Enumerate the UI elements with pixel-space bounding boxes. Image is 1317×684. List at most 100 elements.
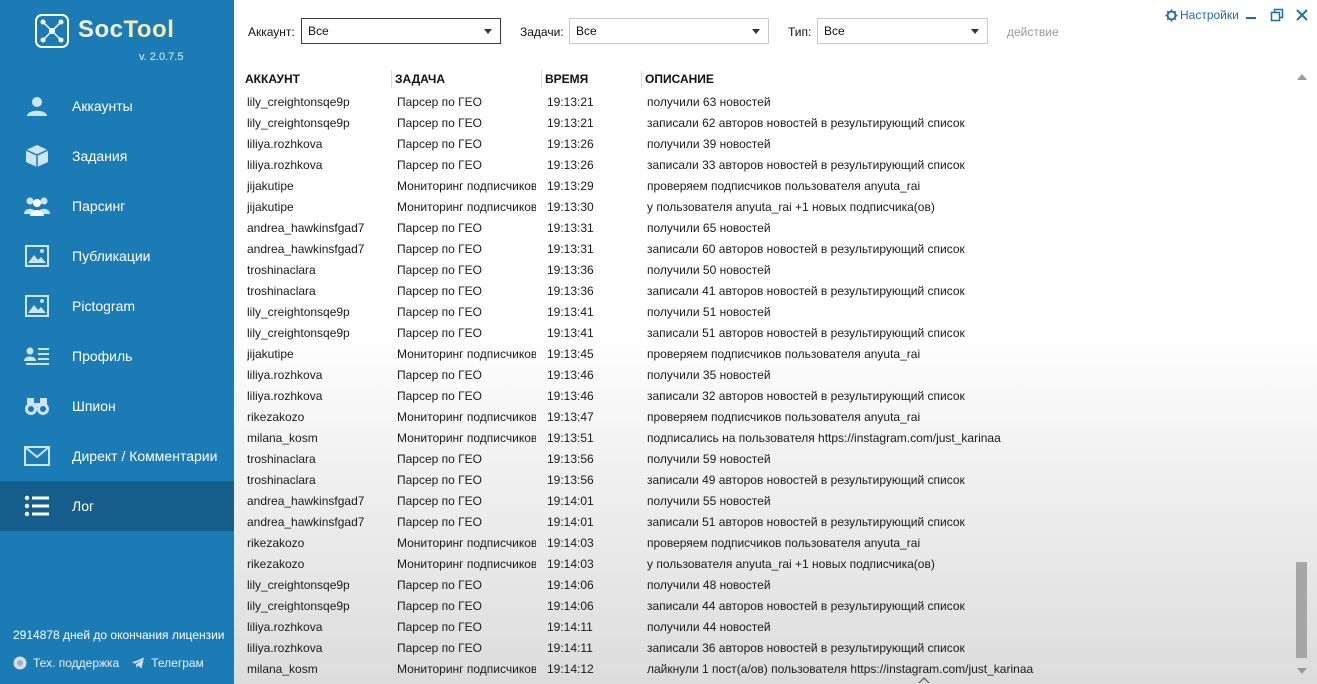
scroll-up-arrow-icon[interactable] [1297,74,1307,80]
cell-description: подписались на пользователя https://inst… [647,431,1001,445]
cell-task: Парсер по ГЕО [397,116,482,130]
table-row[interactable]: andrea_hawkinsfgad7 Парсер по ГЕО 19:13:31… [234,239,1294,260]
settings-button[interactable]: Настройки [1165,8,1239,22]
tasks-filter-select[interactable]: Все [569,18,769,44]
cell-account: jijakutipe [247,179,294,193]
table-row[interactable]: lily_creightonsqe9p Парсер по ГЕО 19:14:06… [234,596,1294,617]
cell-task: Парсер по ГЕО [397,242,482,256]
sidebar-item-direct-comments[interactable]: Директ / Комментарии [0,431,234,481]
cell-description: получили 48 новостей [647,578,771,592]
table-row[interactable]: liliya.rozhkova Парсер по ГЕО 19:13:46 запи… [234,386,1294,407]
telegram-link[interactable]: Телеграм [131,656,204,670]
user-icon [22,93,52,119]
cell-account: lily_creightonsqe9p [247,326,350,340]
column-separator[interactable] [641,70,642,88]
sidebar-item-publications[interactable]: Публикации [0,231,234,281]
sidebar-item-pictogram[interactable]: Pictogram [0,281,234,331]
support-label: Тех. поддержка [33,656,120,670]
table-row[interactable]: liliya.rozhkova Парсер по ГЕО 19:14:11 полу… [234,617,1294,638]
sidebar-item-spy[interactable]: Шпион [0,381,234,431]
type-filter-select[interactable]: Все [817,18,988,44]
cell-description: записали 51 авторов новостей в результир… [647,515,965,529]
cell-task: Мониторинг подписчиков [397,662,536,676]
cell-time: 19:14:06 [547,578,594,592]
cell-task: Парсер по ГЕО [397,599,482,613]
cell-task: Мониторинг подписчиков [397,410,536,424]
cell-task: Мониторинг подписчиков [397,200,536,214]
sidebar-item-label: Директ / Комментарии [72,448,218,464]
cell-description: получили 55 новостей [647,494,771,508]
cell-time: 19:13:21 [547,95,594,109]
column-header-account[interactable]: АККАУНТ [245,72,300,86]
table-row[interactable]: lily_creightonsqe9p Парсер по ГЕО 19:13:21… [234,92,1294,113]
table-row[interactable]: milana_kosm Мониторинг подписчиков 19:14:1… [234,659,1294,680]
app-logo-icon [35,14,69,48]
table-row[interactable]: rikezakozo Мониторинг подписчиков 19:14:03… [234,554,1294,575]
cell-account: jijakutipe [247,200,294,214]
sidebar-item-profile[interactable]: Профиль [0,331,234,381]
table-row[interactable]: milana_kosm Мониторинг подписчиков 19:13:5… [234,428,1294,449]
table-row[interactable]: jijakutipe Мониторинг подписчиков 19:13:29… [234,176,1294,197]
telegram-icon [132,657,145,669]
table-row[interactable]: lily_creightonsqe9p Парсер по ГЕО 19:14:06… [234,575,1294,596]
table-row[interactable]: lily_creightonsqe9p Парсер по ГЕО 19:13:41… [234,302,1294,323]
close-icon[interactable] [1295,8,1309,22]
minimize-icon[interactable] [1244,8,1258,22]
cell-description: записали 62 авторов новостей в результир… [647,116,965,130]
cell-time: 19:14:01 [547,494,594,508]
table-row[interactable]: lily_creightonsqe9p Парсер по ГЕО 19:13:41… [234,323,1294,344]
action-button[interactable]: действие [1007,25,1059,39]
image-icon [22,243,52,269]
cell-task: Парсер по ГЕО [397,368,482,382]
filter-bar: Аккаунт: Все Задачи: Все Тип: Все действ… [234,0,1317,60]
table-row[interactable]: liliya.rozhkova Парсер по ГЕО 19:14:11 запи… [234,638,1294,659]
column-separator[interactable] [391,70,392,88]
cell-description: записали 60 авторов новостей в результир… [647,242,965,256]
cell-description: записали 49 авторов новостей в результир… [647,473,965,487]
column-header-description[interactable]: ОПИСАНИЕ [645,72,714,86]
cell-task: Парсер по ГЕО [397,473,482,487]
sidebar-item-parsing[interactable]: Парсинг [0,181,234,231]
table-row[interactable]: troshinaclara Парсер по ГЕО 19:13:36 записа… [234,281,1294,302]
table-row[interactable]: troshinaclara Парсер по ГЕО 19:13:56 записа… [234,470,1294,491]
table-row[interactable]: rikezakozo Мониторинг подписчиков 19:14:03… [234,533,1294,554]
cell-task: Мониторинг подписчиков [397,431,536,445]
cell-task: Парсер по ГЕО [397,578,482,592]
cell-description: получили 39 новостей [647,137,771,151]
type-filter-label: Тип: [788,25,812,39]
cell-time: 19:13:56 [547,452,594,466]
table-row[interactable]: jijakutipe Мониторинг подписчиков 19:13:45… [234,344,1294,365]
table-row[interactable]: liliya.rozhkova Парсер по ГЕО 19:13:46 полу… [234,365,1294,386]
vertical-scrollbar[interactable] [1294,68,1310,678]
table-row[interactable]: andrea_hawkinsfgad7 Парсер по ГЕО 19:14:01… [234,512,1294,533]
table-row[interactable]: rikezakozo Мониторинг подписчиков 19:13:47… [234,407,1294,428]
column-separator[interactable] [541,70,542,88]
cell-description: записали 51 авторов новостей в результир… [647,326,965,340]
table-row[interactable]: lily_creightonsqe9p Парсер по ГЕО 19:13:21… [234,113,1294,134]
sidebar-item-tasks[interactable]: Задания [0,131,234,181]
table-row[interactable]: liliya.rozhkova Парсер по ГЕО 19:13:26 запи… [234,155,1294,176]
cell-task: Мониторинг подписчиков [397,557,536,571]
column-header-task[interactable]: ЗАДАЧА [395,72,445,86]
cell-description: проверяем подписчиков пользователя anyut… [647,410,921,424]
table-row[interactable]: andrea_hawkinsfgad7 Парсер по ГЕО 19:13:31… [234,218,1294,239]
cell-time: 19:14:11 [547,620,593,634]
scroll-down-arrow-icon[interactable] [1297,668,1307,674]
restore-icon[interactable] [1270,8,1284,22]
cell-time: 19:13:29 [547,179,594,193]
scrollbar-thumb[interactable] [1296,562,1307,658]
support-link[interactable]: Тех. поддержка [13,656,119,670]
cell-description: записали 44 авторов новостей в результир… [647,599,965,613]
cell-time: 19:14:01 [547,515,594,529]
table-row[interactable]: troshinaclara Парсер по ГЕО 19:13:56 получи… [234,449,1294,470]
table-row[interactable]: jijakutipe Мониторинг подписчиков 19:13:30… [234,197,1294,218]
column-header-time[interactable]: ВРЕМЯ [545,72,588,86]
table-row[interactable]: andrea_hawkinsfgad7 Парсер по ГЕО 19:14:01… [234,491,1294,512]
table-row[interactable]: liliya.rozhkova Парсер по ГЕО 19:13:26 полу… [234,134,1294,155]
table-row[interactable]: troshinaclara Парсер по ГЕО 19:13:36 получи… [234,260,1294,281]
sidebar-item-accounts[interactable]: Аккаунты [0,81,234,131]
cell-time: 19:14:03 [547,536,594,550]
sidebar-item-log[interactable]: Лог [0,481,234,531]
app-title: SocTool [78,16,174,44]
account-filter-select[interactable]: Все [301,18,501,44]
